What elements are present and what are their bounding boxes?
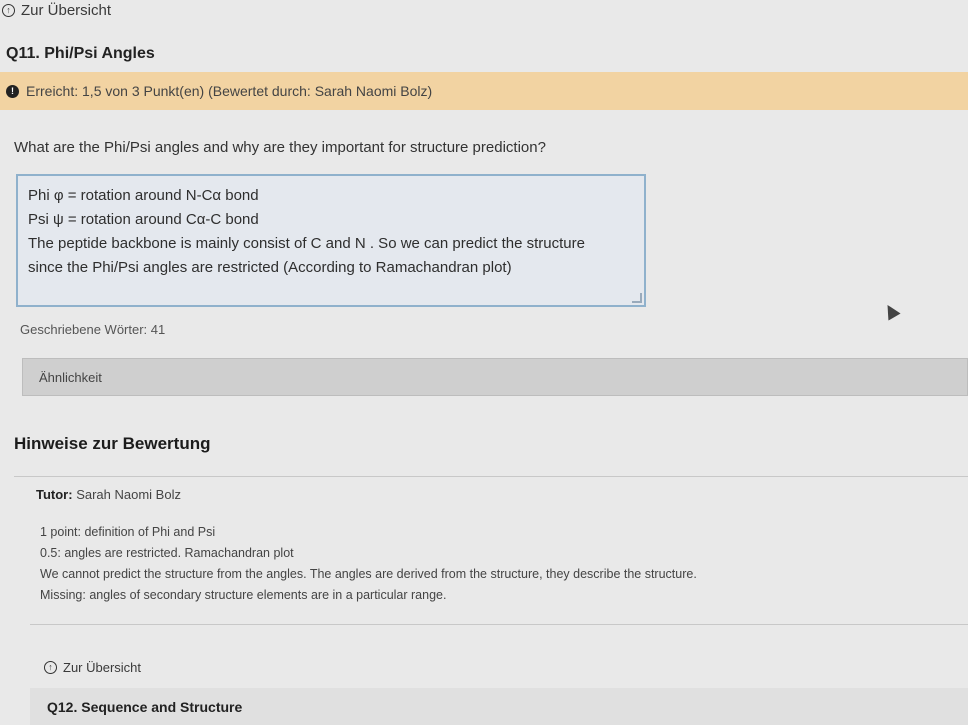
word-count: Geschriebene Wörter: 41 bbox=[20, 322, 166, 337]
page: ↑ Zur Übersicht Q11. Phi/Psi Angles ! Er… bbox=[0, 0, 968, 725]
grading-notes: 1 point: definition of Phi and Psi 0.5: … bbox=[40, 522, 697, 606]
tutor-label: Tutor: bbox=[36, 487, 73, 502]
grading-notes-heading: Hinweise zur Bewertung bbox=[14, 434, 211, 453]
score-status: Erreicht: 1,5 von 3 Punkt(en) (Bewertet … bbox=[26, 83, 433, 99]
arrow-up-circle-icon: ↑ bbox=[44, 661, 57, 674]
back-to-overview-link-top[interactable]: ↑ Zur Übersicht bbox=[2, 2, 111, 19]
mouse-cursor-icon bbox=[881, 301, 901, 321]
resize-handle-icon[interactable] bbox=[632, 293, 642, 303]
note-line: Missing: angles of secondary structure e… bbox=[40, 588, 447, 602]
back-to-overview-link-bottom[interactable]: ↑ Zur Übersicht bbox=[44, 660, 141, 675]
back-to-overview-label: Zur Übersicht bbox=[21, 2, 112, 19]
divider bbox=[30, 624, 968, 625]
next-question-header[interactable]: Q12. Sequence and Structure bbox=[30, 688, 968, 725]
similarity-toggle[interactable]: Ähnlichkeit bbox=[22, 358, 968, 396]
note-line: We cannot predict the structure from the… bbox=[40, 567, 697, 581]
answer-line: Phi φ = rotation around N-Cα bond bbox=[28, 187, 259, 204]
answer-line: Psi ψ = rotation around Cα-C bond bbox=[28, 211, 259, 228]
question-title: Q11. Phi/Psi Angles bbox=[6, 45, 155, 62]
info-icon: ! bbox=[6, 84, 19, 98]
divider bbox=[14, 476, 968, 477]
answer-textarea[interactable]: Phi φ = rotation around N-Cα bond Psi ψ … bbox=[16, 174, 646, 307]
next-question-title: Q12. Sequence and Structure bbox=[47, 698, 243, 715]
question-text: What are the Phi/Psi angles and why are … bbox=[14, 139, 546, 156]
tutor-name: Sarah Naomi Bolz bbox=[76, 487, 181, 502]
answer-line: since the Phi/Psi angles are restricted … bbox=[28, 259, 512, 276]
score-banner: ! Erreicht: 1,5 von 3 Punkt(en) (Bewerte… bbox=[0, 72, 968, 110]
note-line: 0.5: angles are restricted. Ramachandran… bbox=[40, 546, 294, 560]
answer-line: The peptide backbone is mainly consist o… bbox=[28, 235, 585, 252]
similarity-label: Ähnlichkeit bbox=[39, 369, 102, 385]
arrow-up-circle-icon: ↑ bbox=[2, 4, 15, 17]
note-line: 1 point: definition of Phi and Psi bbox=[40, 525, 216, 539]
tutor-line: Tutor: Sarah Naomi Bolz bbox=[36, 487, 181, 502]
back-to-overview-label: Zur Übersicht bbox=[63, 660, 142, 675]
